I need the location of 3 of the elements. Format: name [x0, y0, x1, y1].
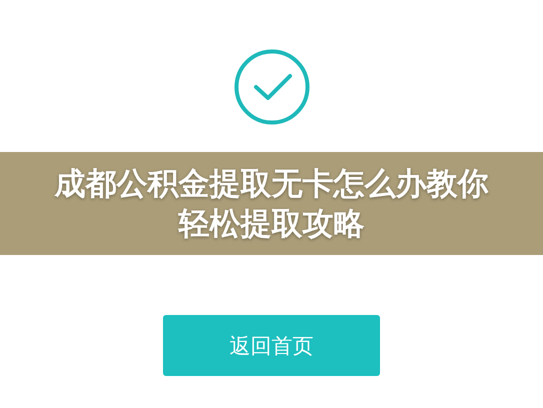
- checkmark-circle-icon: [232, 48, 310, 126]
- back-home-button[interactable]: 返回首页: [163, 315, 380, 376]
- banner-title: 成都公积金提取无卡怎么办教你轻松提取攻略: [53, 164, 490, 244]
